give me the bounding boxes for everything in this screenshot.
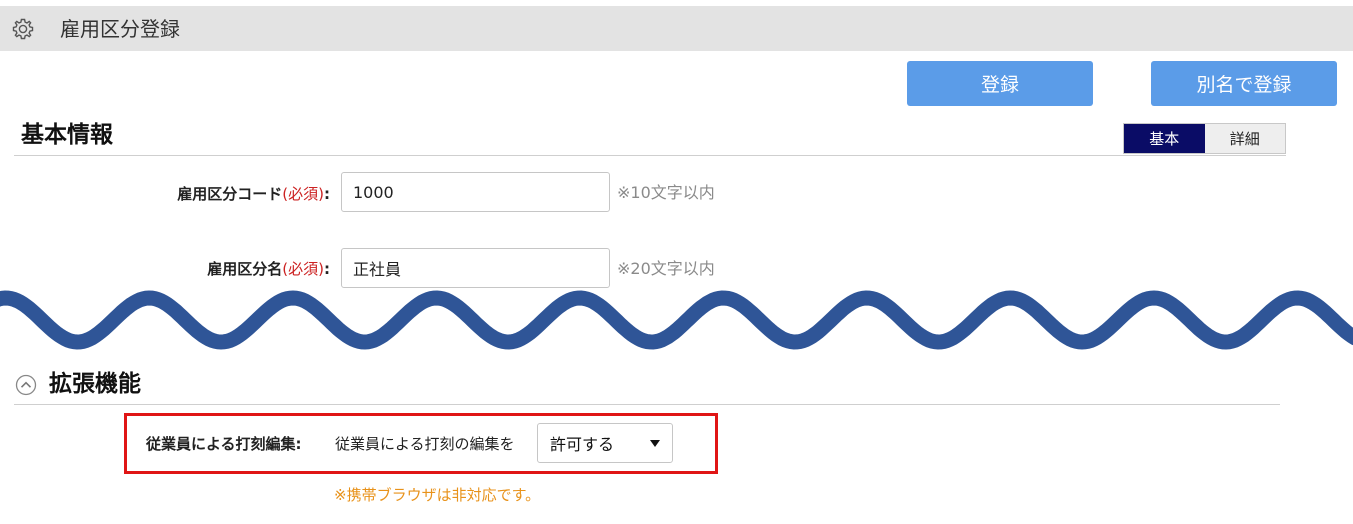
name-field-label: 雇用区分名(必須): (207, 259, 330, 279)
punch-edit-permission-select[interactable]: 許可する (537, 423, 673, 463)
code-field-label: 雇用区分コード(必須): (177, 184, 330, 204)
required-marker: (必須) (282, 260, 324, 278)
label-colon: : (324, 185, 330, 203)
register-button[interactable]: 登録 (907, 61, 1093, 106)
employment-type-registration-page: 雇用区分登録 登録 別名で登録 基本情報 基本 詳細 雇用区分コード(必須): … (0, 0, 1353, 524)
view-mode-toggle: 基本 詳細 (1123, 123, 1286, 154)
section-divider (14, 404, 1280, 405)
wave-line (0, 290, 1353, 350)
code-label-text: 雇用区分コード (177, 185, 283, 203)
register-as-alias-button[interactable]: 別名で登録 (1151, 61, 1337, 106)
name-hint: ※20文字以内 (617, 259, 715, 278)
gear-icon (12, 18, 34, 40)
select-value: 許可する (550, 435, 615, 454)
wavy-divider (0, 290, 1353, 350)
punch-edit-label: 従業員による打刻編集: (146, 435, 302, 453)
label-colon: : (324, 260, 330, 278)
punch-edit-description: 従業員による打刻の編集を (335, 435, 515, 453)
title-bar: 雇用区分登録 (0, 6, 1353, 51)
employment-type-code-input[interactable] (341, 172, 610, 212)
code-hint: ※10文字以内 (617, 183, 715, 202)
required-marker: (必須) (282, 185, 324, 203)
chevron-up-circle-icon[interactable] (15, 374, 37, 396)
caret-down-icon (650, 439, 660, 447)
extension-heading: 拡張機能 (49, 371, 141, 397)
toggle-detail[interactable]: 詳細 (1204, 124, 1285, 153)
name-label-text: 雇用区分名 (207, 260, 283, 278)
page-title: 雇用区分登録 (60, 17, 180, 41)
toggle-basic[interactable]: 基本 (1124, 124, 1205, 153)
section-divider (14, 155, 1286, 156)
basic-info-heading: 基本情報 (21, 122, 113, 148)
mobile-browser-note: ※携帯ブラウザは非対応です。 (334, 486, 541, 504)
